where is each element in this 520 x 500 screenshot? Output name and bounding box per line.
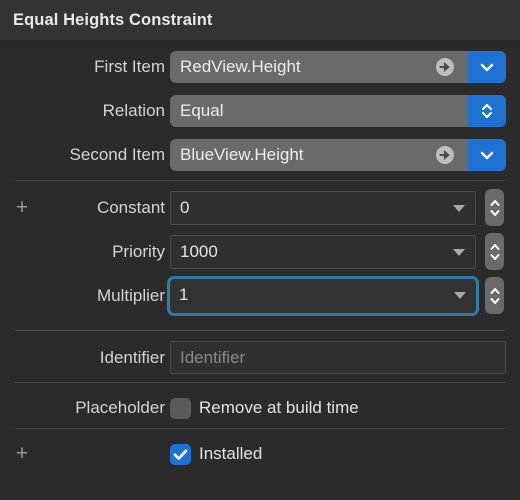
constraint-inspector-panel: Equal Heights Constraint First Item RedV… [0,0,520,500]
row-identifier: Identifier Identifier [0,336,520,380]
relation-menu-button[interactable] [468,95,506,127]
page-title: Equal Heights Constraint [13,11,213,29]
multiplier-combo-field[interactable]: 1 [167,276,479,316]
multiplier-value: 1 [179,285,189,304]
row-multiplier: Multiplier 1 [0,274,520,318]
chevron-down-icon [480,151,494,160]
first-item-label: First Item [94,57,165,76]
installed-checkbox[interactable] [170,444,191,465]
second-item-popup-button[interactable]: BlueView.Height [170,139,506,171]
priority-value: 1000 [180,242,218,261]
row-second-item: Second Item BlueView.Height [0,133,520,177]
constant-combo-field[interactable]: 0 [170,191,476,225]
row-installed: + Installed [0,432,520,476]
second-item-menu-button[interactable] [468,139,506,171]
plus-icon[interactable]: + [12,432,32,476]
constant-stepper[interactable] [485,189,504,226]
relation-value: Equal [180,101,224,120]
first-item-value: RedView.Height [180,57,301,76]
chevron-down-icon [480,63,494,72]
second-item-value: BlueView.Height [180,145,304,164]
triangle-down-icon[interactable] [453,205,465,212]
stepper-icon [490,287,499,304]
identifier-input[interactable]: Identifier [170,341,506,374]
constant-label: Constant [96,198,165,217]
row-constant: + Constant 0 [0,186,520,230]
circle-arrow-right-icon[interactable] [436,58,454,76]
identifier-placeholder: Identifier [180,348,246,367]
identifier-label: Identifier [99,348,165,367]
placeholder-checkbox-label: Remove at build time [199,398,359,417]
divider [15,180,505,181]
stepper-icon [490,199,499,216]
installed-checkbox-label: Installed [199,444,263,463]
triangle-down-icon[interactable] [454,292,466,299]
stepper-icon [490,243,499,260]
multiplier-stepper[interactable] [485,277,504,314]
first-item-menu-button[interactable] [468,51,506,83]
placeholder-checkbox[interactable] [170,398,191,419]
multiplier-label: Multiplier [96,286,165,305]
circle-arrow-right-icon[interactable] [436,146,454,164]
divider [15,382,505,383]
chevron-up-down-icon [481,103,493,119]
row-priority: Priority 1000 [0,230,520,274]
plus-icon[interactable]: + [12,186,32,230]
relation-label: Relation [102,101,165,120]
relation-popup-button[interactable]: Equal [170,95,506,127]
divider [15,428,505,429]
constant-value: 0 [180,198,190,217]
triangle-down-icon[interactable] [453,249,465,256]
first-item-popup-button[interactable]: RedView.Height [170,51,506,83]
divider [15,330,505,331]
priority-label: Priority [112,242,165,261]
row-relation: Relation Equal [0,89,520,133]
row-placeholder: Placeholder Remove at build time [0,386,520,430]
priority-stepper[interactable] [485,233,504,270]
placeholder-label: Placeholder [75,398,165,417]
panel-titlebar: Equal Heights Constraint [0,0,520,41]
priority-combo-field[interactable]: 1000 [170,235,476,269]
row-first-item: First Item RedView.Height [0,45,520,89]
second-item-label: Second Item [69,145,165,164]
checkmark-icon [173,449,188,460]
